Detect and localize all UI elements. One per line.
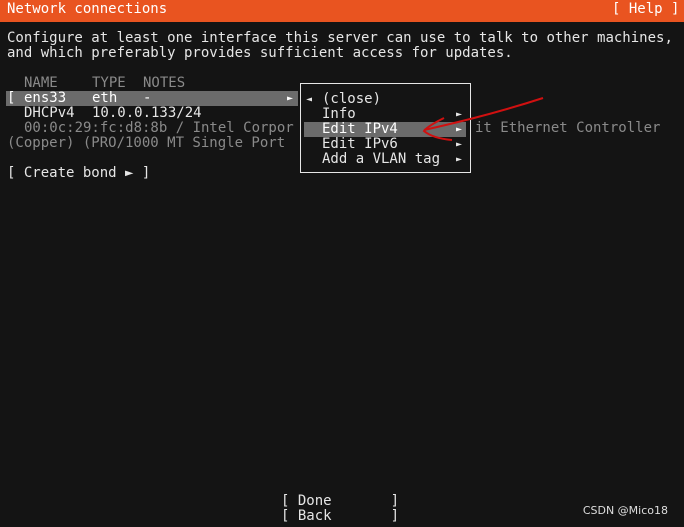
red-arrow-annotation	[422, 97, 544, 141]
back-button[interactable]: [ Back ]	[281, 509, 399, 524]
watermark: CSDN @Mico18	[582, 504, 668, 517]
done-button[interactable]: [ Done ]	[281, 494, 399, 509]
